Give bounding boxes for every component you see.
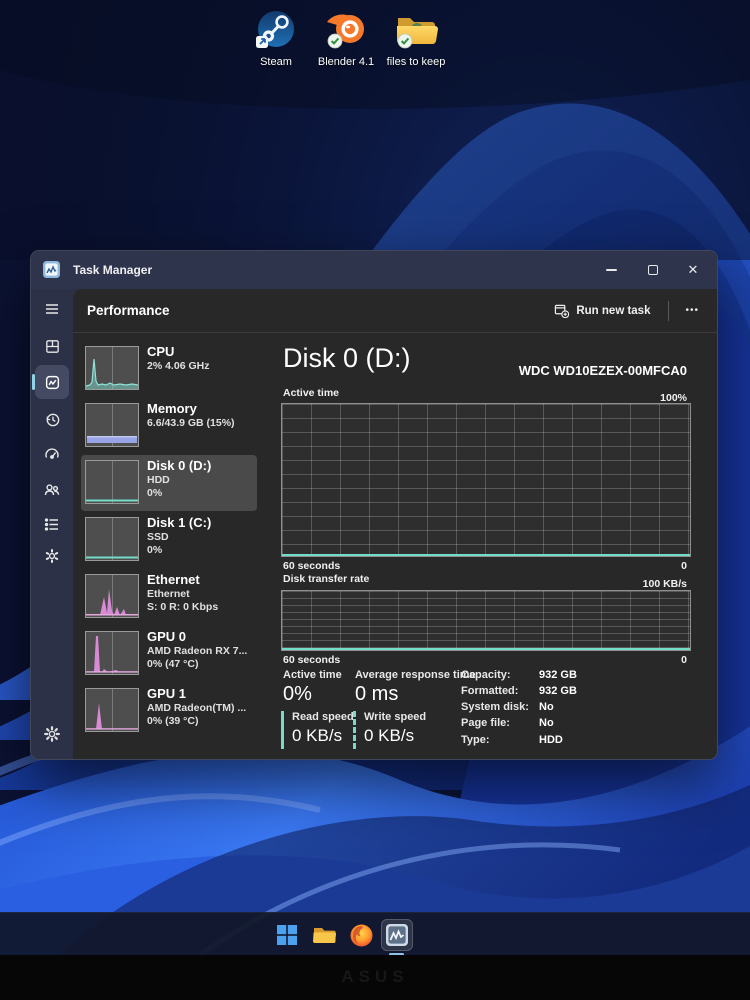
- blender-icon: [311, 6, 381, 52]
- startup-apps-icon[interactable]: [31, 437, 73, 471]
- desktop-icon-label: files to keep: [386, 56, 446, 68]
- file-explorer-button[interactable]: [310, 921, 338, 949]
- folder-icon: [381, 6, 451, 52]
- device-model: WDC WD10EZEX-00MFCA0: [518, 363, 687, 378]
- nav-rail: [31, 289, 73, 759]
- disk-detail-row: Formatted: 932 GB: [461, 685, 577, 697]
- disk-detail-row: Capacity: 932 GB: [461, 669, 577, 681]
- ethernet-sparkline: [85, 574, 139, 618]
- users-icon[interactable]: [31, 473, 73, 507]
- cpu-sparkline: [85, 346, 139, 390]
- chart2-label: Disk transfer rate: [283, 573, 370, 585]
- close-button[interactable]: ✕: [673, 251, 713, 289]
- chart1-zero-line: [282, 554, 690, 556]
- firefox-button[interactable]: [347, 921, 375, 949]
- chart2-min: 0: [681, 654, 687, 666]
- firefox-icon: [350, 924, 372, 946]
- chart2-zero-line: [282, 648, 690, 650]
- disk1-sparkline: [85, 517, 139, 561]
- run-new-task-button[interactable]: Run new task: [546, 297, 658, 324]
- avg-response-stat-label: Average response time: [355, 669, 476, 681]
- run-new-task-label: Run new task: [576, 304, 651, 317]
- app-history-icon[interactable]: [31, 402, 73, 436]
- perf-item-memory[interactable]: Memory 6.6/43.9 GB (15%): [81, 398, 263, 454]
- disk-detail-row: Type: HDD: [461, 734, 563, 746]
- chart2-x-label: 60 seconds: [283, 654, 341, 666]
- perf-item-disk1[interactable]: Disk 1 (C:) SSD 0%: [81, 512, 263, 568]
- window-title: Task Manager: [73, 263, 153, 277]
- hamburger-menu-icon[interactable]: [31, 292, 73, 326]
- task-manager-taskbar-icon: [386, 924, 408, 946]
- avg-response-stat-value: 0 ms: [355, 683, 399, 705]
- active-time-chart: [281, 403, 691, 557]
- gpu1-sparkline: [85, 688, 139, 732]
- active-time-stat-label: Active time: [283, 669, 342, 681]
- monitor-screen: Steam Blender 4.1 files to keep Task Man…: [0, 0, 750, 955]
- disk-detail-row: System disk: No: [461, 701, 554, 713]
- disk-detail-row: Page file: No: [461, 717, 554, 729]
- taskbar: [0, 912, 750, 955]
- chart1-min: 0: [681, 560, 687, 572]
- chart1-x-label: 60 seconds: [283, 560, 341, 572]
- write-speed-block: Write speed 0 KB/s: [353, 711, 445, 749]
- start-button[interactable]: [273, 921, 301, 949]
- more-options-button[interactable]: •••: [679, 299, 705, 322]
- desktop-icon-label: Blender 4.1: [317, 56, 375, 68]
- active-time-stat-value: 0%: [283, 683, 312, 705]
- desktop-icon-label: Steam: [260, 56, 292, 68]
- details-icon[interactable]: [31, 507, 73, 541]
- perf-item-gpu0[interactable]: GPU 0 AMD Radeon RX 7... 0% (47 °C): [81, 626, 263, 682]
- page-header: Performance Run new task •••: [73, 289, 717, 333]
- title-bar: Task Manager ✕: [31, 251, 717, 289]
- task-manager-app-icon: [43, 261, 60, 283]
- settings-gear-icon[interactable]: [31, 717, 73, 751]
- processes-icon[interactable]: [31, 329, 73, 363]
- desktop-icon-files-to-keep[interactable]: files to keep: [381, 6, 451, 68]
- write-speed-label: Write speed: [364, 711, 427, 723]
- chart1-label: Active time: [283, 387, 340, 399]
- run-new-task-icon: [555, 304, 570, 318]
- perf-item-ethernet[interactable]: Ethernet Ethernet S: 0 R: 0 Kbps: [81, 569, 263, 625]
- maximize-button[interactable]: [633, 251, 673, 289]
- disk0-sparkline: [85, 460, 139, 504]
- services-icon[interactable]: [31, 539, 73, 573]
- task-manager-window: Task Manager ✕ Performance Run new task …: [30, 250, 718, 760]
- task-manager-taskbar-button[interactable]: [381, 919, 413, 951]
- perf-item-cpu[interactable]: CPU 2% 4.06 GHz: [81, 341, 263, 397]
- file-explorer-icon: [313, 928, 336, 944]
- perf-item-disk0[interactable]: Disk 0 (D:) HDD 0%: [81, 455, 257, 511]
- perf-item-gpu1[interactable]: GPU 1 AMD Radeon(TM) ... 0% (39 °C): [81, 683, 263, 739]
- page-title: Performance: [87, 303, 170, 318]
- minimize-button[interactable]: [591, 251, 631, 289]
- write-speed-value: 0 KB/s: [364, 726, 415, 745]
- desktop-icon-blender[interactable]: Blender 4.1: [311, 6, 381, 68]
- detail-title: Disk 0 (D:): [283, 343, 411, 373]
- monitor-brand-logo: ASUS: [341, 967, 409, 986]
- windows-logo-icon: [277, 925, 297, 945]
- memory-sparkline: [85, 403, 139, 447]
- chart2-max: 100 KB/s: [642, 578, 687, 590]
- performance-icon[interactable]: [31, 365, 73, 399]
- steam-icon: [241, 6, 311, 52]
- monitor-bezel: ASUS: [0, 955, 750, 1000]
- desktop-icon-steam[interactable]: Steam: [241, 6, 311, 68]
- gpu0-sparkline: [85, 631, 139, 675]
- disk-transfer-rate-chart: [281, 590, 691, 651]
- header-divider: [668, 300, 670, 321]
